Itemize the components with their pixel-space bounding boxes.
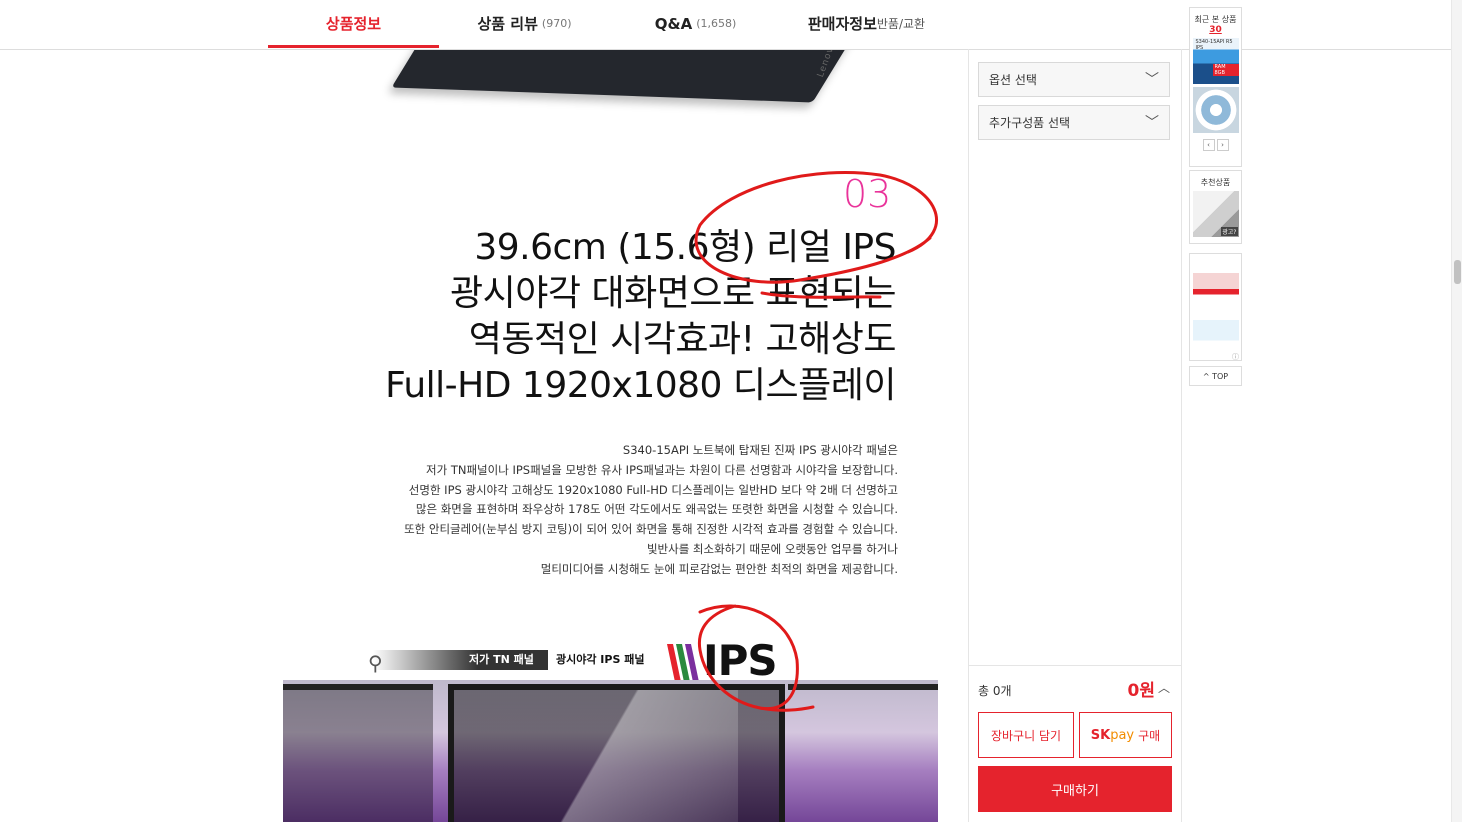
scrollbar-thumb[interactable]: [1454, 260, 1461, 284]
recently-viewed-title: 최근 본 상품: [1194, 15, 1237, 24]
recent-product-thumb[interactable]: S340-15API R5 IPS RAM 8GB: [1192, 38, 1239, 84]
ad-banner[interactable]: [1192, 306, 1239, 352]
ips-screen: [788, 684, 938, 822]
laptop-screens-image: [283, 680, 938, 822]
skpay-logo: SKpay: [1090, 727, 1135, 743]
total-price: 0원: [1127, 681, 1155, 701]
tab-product-info[interactable]: 상품정보: [268, 0, 439, 47]
tab-label: 상품정보: [325, 15, 382, 33]
section-description: S340-15API 노트북에 탑재된 진짜 IPS 광시야각 패널은 저가 T…: [283, 441, 898, 580]
order-summary: 총 0개 0원 ︿ 장바구니 담기 SKpay 구매 구매하기: [969, 665, 1181, 823]
description-line: 저가 TN패널이나 IPS패널을 모방한 유사 IPS패널과는 차원이 다른 선…: [426, 462, 898, 477]
thumb-text: S340-15API R5 IPS: [1195, 39, 1233, 51]
panel-comparison-image: 저가 TN 패널 광시야각 IPS 패널 IPS: [283, 610, 938, 822]
purchase-option-panel: 옵션 선택 ﹀ 추가구성품 선택 ﹀ 총 0개 0원 ︿ 장바구니 담기 SKp…: [969, 50, 1181, 822]
recommended-title: 추천상품: [1200, 178, 1231, 187]
top-label: TOP: [1212, 371, 1229, 381]
chevron-left-icon[interactable]: ‹: [1202, 139, 1215, 151]
chevron-down-icon: ﹀: [1145, 72, 1159, 88]
chevron-down-icon: ﹀: [1145, 115, 1159, 131]
addon-select[interactable]: 추가구성품 선택 ﹀: [978, 105, 1170, 140]
divider: [1181, 49, 1182, 822]
description-line: 또한 안티글레어(눈부심 방지 코팅)이 되어 있어 화면을 통해 진정한 시각…: [404, 522, 898, 537]
tab-count: (970): [541, 17, 572, 30]
tab-seller-info[interactable]: 판매자정보 반품/교환: [781, 0, 952, 47]
addon-select-label: 추가구성품 선택: [989, 116, 1071, 130]
product-detail-image: Lenovo 03 39.6cm (15.6형) 리얼 IPS 광시야각 대화면…: [283, 50, 938, 822]
active-tab-indicator: [268, 45, 439, 48]
recently-viewed-box: 최근 본 상품 30 S340-15API R5 IPS RAM 8GB ‹ ›: [1189, 7, 1242, 167]
scroll-top-button[interactable]: ^ TOP: [1189, 366, 1242, 386]
recommended-box: 추천상품 광고?: [1189, 170, 1242, 244]
ips-panel-label: 광시야각 IPS 패널: [556, 653, 645, 666]
skpay-buy-button[interactable]: SKpay 구매: [1079, 712, 1172, 758]
option-select-label: 옵션 선택: [989, 73, 1037, 87]
total-quantity: 총 0개: [978, 684, 1012, 698]
tab-count: (1,658): [696, 17, 737, 30]
info-icon[interactable]: ⓘ: [1190, 352, 1239, 362]
description-line: 멀티미디어를 시청해도 눈에 피로감없는 편안한 최적의 화면을 제공합니다.: [540, 561, 898, 576]
description-line: 선명한 IPS 광시야각 고해상도 1920x1080 Full-HD 디스플레…: [408, 482, 898, 497]
tn-panel-label: 저가 TN 패널: [469, 653, 534, 666]
section-headline: 39.6cm (15.6형) 리얼 IPS 광시야각 대화면으로 표현되는 역동…: [283, 225, 896, 409]
skpay-buy-label: 구매: [1138, 728, 1161, 743]
headline-line: 광시야각 대화면으로 표현되는: [450, 273, 896, 314]
page-scrollbar[interactable]: [1451, 0, 1462, 822]
section-number: 03: [843, 172, 892, 216]
add-to-cart-button[interactable]: 장바구니 담기: [978, 712, 1074, 758]
tab-reviews[interactable]: 상품 리뷰 (970): [439, 0, 610, 47]
tab-label: Q&A: [654, 14, 693, 33]
thumb-badge: RAM 8GB: [1212, 64, 1239, 76]
chevron-right-icon[interactable]: ›: [1216, 139, 1229, 151]
tn-screen: [283, 684, 433, 822]
ad-box: ⓘ: [1189, 253, 1242, 361]
recommended-product-thumb[interactable]: 광고?: [1192, 191, 1239, 237]
chevron-up-icon[interactable]: ︿: [1158, 679, 1170, 696]
ad-banner[interactable]: [1192, 257, 1239, 303]
tab-label: 상품 리뷰: [477, 15, 538, 33]
buy-now-button[interactable]: 구매하기: [978, 766, 1172, 812]
description-line: S340-15API 노트북에 탑재된 진짜 IPS 광시야각 패널은: [622, 443, 898, 457]
thumb-badge: 광고?: [1221, 227, 1238, 236]
tab-label: 판매자정보: [807, 15, 877, 33]
detail-tab-bar: 상품정보 상품 리뷰 (970) Q&A (1,658) 판매자정보 반품/교환: [0, 0, 1462, 50]
chevron-up-icon: ^: [1202, 371, 1213, 381]
tab-qna[interactable]: Q&A (1,658): [610, 0, 781, 47]
option-select[interactable]: 옵션 선택 ﹀: [978, 62, 1170, 97]
recent-product-thumb[interactable]: [1192, 87, 1239, 133]
description-line: 많은 화면을 표현하며 좌우상하 178도 어떤 각도에서도 왜곡없는 또렷한 …: [415, 502, 898, 517]
mouse-cursor-icon: ⚲: [368, 651, 383, 675]
screen-glare: [558, 690, 738, 822]
ips-logo: IPS: [703, 636, 778, 685]
description-line: 빛반사를 최소화하기 때문에 오랫동안 업무를 하거나: [646, 541, 898, 556]
ips-logo-stripes-icon: [667, 644, 699, 682]
tab-sub-label: 반품/교환: [876, 17, 926, 31]
headline-line: Full-HD 1920x1080 디스플레이: [385, 365, 896, 406]
recent-pager: ‹ ›: [1190, 139, 1241, 151]
headline-line: 역동적인 시각효과! 고해상도: [468, 319, 897, 360]
recently-viewed-count[interactable]: 30: [1190, 25, 1241, 35]
laptop-image: [391, 50, 865, 103]
headline-line: 39.6cm (15.6형) 리얼 IPS: [474, 227, 896, 268]
